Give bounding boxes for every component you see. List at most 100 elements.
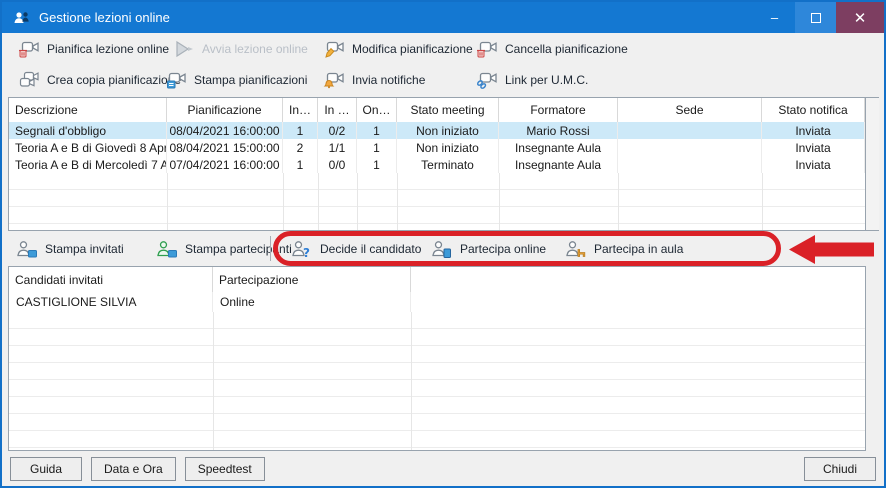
toolbar-button-label: Invia notifiche (352, 73, 425, 87)
toolbar-button-cancella-pianificazione[interactable]: Cancella pianificazione (468, 35, 636, 62)
svg-text:?: ? (303, 246, 310, 258)
toolbar-button-label: Modifica pianificazione (352, 42, 473, 56)
toolbar-button-pianifica-lezione[interactable]: Pianifica lezione online (10, 35, 177, 62)
cell-sede (618, 156, 762, 173)
footer-bar: Guida Data e Ora Speedtest Chiudi (2, 451, 884, 486)
main-toolbar: Pianifica lezione online Avvia lezione o… (2, 33, 884, 97)
candidates-table-header: Candidati invitati Partecipazione (9, 267, 865, 292)
column-header-stato-notifica[interactable]: Stato notifica (762, 98, 865, 122)
chiudi-button[interactable]: Chiudi (804, 457, 876, 481)
maximize-icon (811, 13, 821, 23)
speedtest-button[interactable]: Speedtest (185, 457, 265, 481)
cell-pianificazione: 07/04/2021 16:00:00 (167, 156, 283, 173)
toolbar-button-partecipa-online[interactable]: Partecipa online (423, 235, 554, 262)
close-button[interactable]: ✕ (836, 2, 884, 33)
cell-on: 1 (357, 156, 397, 173)
cell-on: 1 (357, 139, 397, 156)
toolbar-button-invia-notifiche[interactable]: Invia notifiche (315, 66, 433, 93)
cell-formatore: Insegnante Aula (499, 156, 618, 173)
table-row[interactable]: Teoria A e B di Mercoledì 7 Apr.. 07/04/… (9, 156, 865, 173)
cell-descrizione: Teoria A e B di Mercoledì 7 Apr.. (9, 156, 167, 173)
toolbar-button-label: Partecipa online (460, 242, 546, 256)
people-group-icon (13, 11, 31, 25)
column-header-partecipazione[interactable]: Partecipazione (213, 267, 411, 292)
toolbar-button-label: Link per U.M.C. (505, 73, 588, 87)
play-icon (173, 40, 195, 58)
column-header-formatore[interactable]: Formatore (499, 98, 618, 122)
cell-stato-meeting: Non iniziato (397, 122, 499, 139)
toolbar-button-stampa-pianificazioni[interactable]: Stampa pianificazioni (157, 66, 315, 93)
participants-toolbar: Stampa invitati Stampa partecipanti ? De… (2, 231, 884, 266)
table-row[interactable]: Segnali d'obbligo 08/04/2021 16:00:00 1 … (9, 122, 865, 139)
table-row[interactable]: Teoria A e B di Giovedì 8 Aprile.. 08/04… (9, 139, 865, 156)
column-header-candidati-invitati[interactable]: Candidati invitati (9, 267, 213, 292)
empty-rows-area (9, 312, 865, 450)
person-green-print-icon (156, 240, 178, 258)
toolbar-button-label: Cancella pianificazione (505, 42, 628, 56)
empty-rows-area (9, 173, 865, 230)
cell-descrizione: Segnali d'obbligo (9, 122, 167, 139)
cell-on: 1 (357, 122, 397, 139)
toolbar-button-label: Stampa partecipanti (185, 242, 292, 256)
cell-descrizione: Teoria A e B di Giovedì 8 Aprile.. (9, 139, 167, 156)
toolbar-button-label: Stampa pianificazioni (194, 73, 307, 87)
vertical-scrollbar[interactable] (866, 97, 879, 231)
cell-in2: 1/1 (318, 139, 357, 156)
camera-edit-icon (323, 40, 345, 58)
person-chair-icon (565, 240, 587, 258)
cell-stato-notifica: Inviata (762, 139, 865, 156)
cell-in1: 1 (283, 122, 318, 139)
cell-stato-meeting: Terminato (397, 156, 499, 173)
toolbar-button-stampa-partecipanti[interactable]: Stampa partecipanti (148, 235, 300, 262)
toolbar-button-label: Decide il candidato (320, 242, 421, 256)
cell-candidato: CASTIGLIONE SILVIA (9, 292, 213, 312)
toolbar-button-link-umc[interactable]: Link per U.M.C. (468, 66, 596, 93)
cell-sede (618, 122, 762, 139)
person-screen-icon (431, 240, 453, 258)
column-header-on[interactable]: On… (357, 98, 397, 122)
guida-button[interactable]: Guida (10, 457, 82, 481)
data-e-ora-button[interactable]: Data e Ora (91, 457, 176, 481)
camera-bell-icon (323, 71, 345, 89)
cell-in1: 2 (283, 139, 318, 156)
toolbar-button-stampa-invitati[interactable]: Stampa invitati (8, 235, 132, 262)
toolbar-separator (270, 236, 271, 261)
toolbar-button-label: Pianifica lezione online (47, 42, 169, 56)
cell-in2: 0/2 (318, 122, 357, 139)
cell-formatore: Insegnante Aula (499, 139, 618, 156)
cell-stato-notifica: Inviata (762, 122, 865, 139)
column-header-sede[interactable]: Sede (618, 98, 762, 122)
camera-delete-icon (476, 40, 498, 58)
schedule-table-header: Descrizione Pianificazione In… In … On… … (9, 98, 865, 122)
maximize-button[interactable] (795, 2, 836, 33)
app-window: Gestione lezioni online – ✕ Pian (0, 0, 886, 488)
camera-copy-icon (18, 71, 40, 89)
toolbar-button-partecipa-in-aula[interactable]: Partecipa in aula (557, 235, 691, 262)
column-header-pianificazione[interactable]: Pianificazione (167, 98, 283, 122)
column-header-in1[interactable]: In… (283, 98, 318, 122)
person-print-icon (16, 240, 38, 258)
cell-in2: 0/0 (318, 156, 357, 173)
title-bar: Gestione lezioni online – ✕ (2, 2, 884, 33)
column-header-stato-meeting[interactable]: Stato meeting (397, 98, 499, 122)
cell-pianificazione: 08/04/2021 16:00:00 (167, 122, 283, 139)
candidates-table: Candidati invitati Partecipazione CASTIG… (8, 266, 866, 451)
toolbar-button-label: Stampa invitati (45, 242, 124, 256)
column-header-descrizione[interactable]: Descrizione (9, 98, 167, 122)
table-row[interactable]: CASTIGLIONE SILVIA Online (9, 292, 865, 312)
cell-stato-meeting: Non iniziato (397, 139, 499, 156)
minimize-button[interactable]: – (754, 2, 795, 33)
annotation-arrow-icon (789, 235, 874, 269)
toolbar-button-decide-candidato[interactable]: ? Decide il candidato (283, 235, 429, 262)
window-title: Gestione lezioni online (39, 10, 754, 25)
toolbar-button-avvia-lezione[interactable]: Avvia lezione online (165, 35, 316, 62)
camera-print-icon (165, 71, 187, 89)
schedule-table: Descrizione Pianificazione In… In … On… … (8, 97, 866, 231)
cell-in1: 1 (283, 156, 318, 173)
toolbar-button-label: Partecipa in aula (594, 242, 683, 256)
toolbar-button-label: Avvia lezione online (202, 42, 308, 56)
cell-partecipazione: Online (213, 292, 411, 312)
column-header-in2[interactable]: In … (318, 98, 357, 122)
person-question-icon: ? (291, 240, 313, 258)
toolbar-button-modifica-pianificazione[interactable]: Modifica pianificazione (315, 35, 481, 62)
